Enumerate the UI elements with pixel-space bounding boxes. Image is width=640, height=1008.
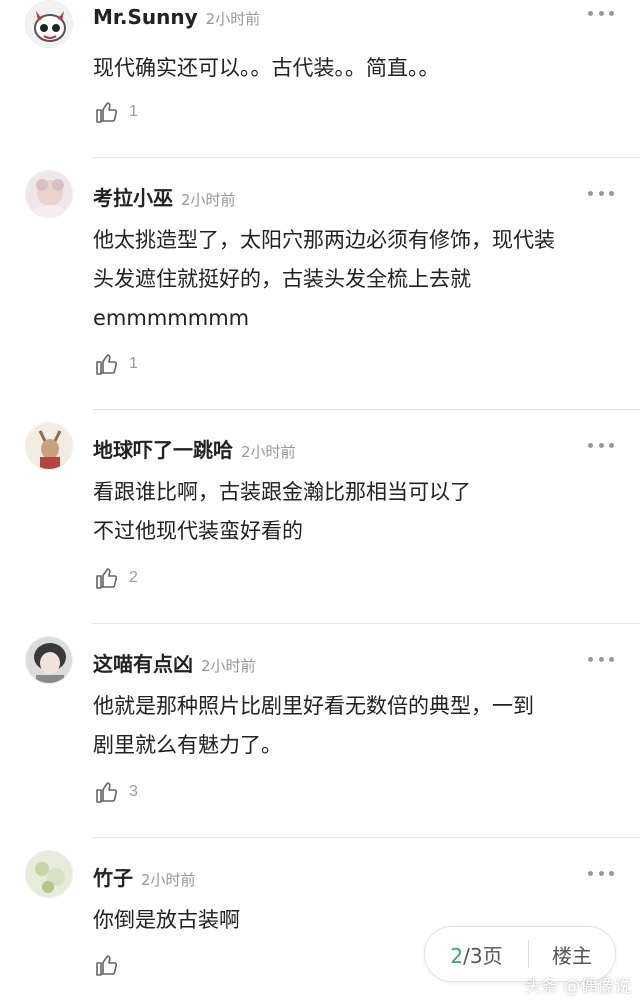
like-button[interactable]: 1 [95,99,138,125]
like-button[interactable] [95,952,129,978]
timestamp: 2小时前 [201,657,256,675]
more-dots-icon[interactable] [588,8,614,18]
divider [92,837,640,838]
username[interactable]: Mr.Sunny 2小时前 [93,5,260,29]
comment-text: 他太挑造型了，太阳穴那两边必须有修饰，现代装 头发遮住就挺好的，古装头发全梳上去… [93,221,623,338]
divider [92,157,640,158]
like-count: 2 [129,569,138,586]
thumbs-up-icon [96,354,118,375]
timestamp: 2小时前 [181,191,236,209]
like-button[interactable]: 1 [95,351,138,377]
divider [92,623,640,624]
comment-line: 他太挑造型了，太阳穴那两边必须有修饰，现代装 [93,228,555,252]
username[interactable]: 这喵有点凶 2小时前 [93,648,256,677]
thumbs-up-icon [96,782,118,803]
thumbs-up-icon [96,102,118,123]
page-indicator[interactable]: 2/3页 [425,940,528,969]
avatar[interactable] [25,850,73,898]
like-count: 1 [129,355,138,372]
username[interactable]: 地球吓了一跳哈 2小时前 [93,434,296,463]
like-button[interactable]: 2 [95,565,138,591]
username-text[interactable]: 考拉小巫 [93,186,173,210]
watermark: 头条 @偶像说 [524,977,632,997]
username[interactable]: 竹子 2小时前 [93,862,196,891]
comment-item: 地球吓了一跳哈 2小时前 看跟谁比啊，古装跟金瀚比那相当可以了 不过他现代装蛮好看… [0,422,640,624]
like-count: 1 [129,103,138,120]
username-text[interactable]: 地球吓了一跳哈 [93,438,233,462]
timestamp: 2小时前 [241,443,296,461]
more-dots-icon[interactable] [588,188,614,198]
more-dots-icon[interactable] [588,654,614,664]
current-page: 2 [450,943,464,968]
comment-line: 看跟谁比啊，古装跟金瀚比那相当可以了 [93,480,471,504]
thumbs-up-icon [96,568,118,589]
username[interactable]: 考拉小巫 2小时前 [93,182,236,211]
comment-text: 他就是那种照片比剧里好看无数倍的典型，一到 剧里就么有魅力了。 [93,687,623,765]
username-text[interactable]: Mr.Sunny [93,5,198,29]
avatar[interactable] [25,636,73,684]
comment-line: emmmmmmm [93,306,250,330]
comment-item: Mr.Sunny 2小时前 现代确实还可以。。古代装。。简直。。 1 [0,0,640,158]
owner-only-button[interactable]: 楼主 [529,940,615,969]
comment-line: 剧里就么有魅力了。 [93,733,282,757]
comment-line: 不过他现代装蛮好看的 [93,519,303,543]
avatar[interactable] [25,422,73,470]
total-pages: /3页 [463,943,503,968]
comment-line: 他就是那种照片比剧里好看无数倍的典型，一到 [93,694,534,718]
timestamp: 2小时前 [205,10,261,28]
avatar[interactable] [25,0,73,48]
avatar[interactable] [25,170,73,218]
thumbs-up-icon [96,955,118,976]
like-button[interactable]: 3 [95,779,138,805]
comment-text: 看跟谁比啊，古装跟金瀚比那相当可以了 不过他现代装蛮好看的 [93,473,623,551]
comment-item: 这喵有点凶 2小时前 他就是那种照片比剧里好看无数倍的典型，一到 剧里就么有魅力了… [0,636,640,838]
comment-line: 现代确实还可以。。古代装。。简直。。 [93,56,440,80]
comment-item: 考拉小巫 2小时前 他太挑造型了，太阳穴那两边必须有修饰，现代装 头发遮住就挺好的… [0,170,640,410]
more-dots-icon[interactable] [588,868,614,878]
username-text[interactable]: 竹子 [93,866,133,890]
comment-text: 现代确实还可以。。古代装。。简直。。 [93,49,623,88]
username-text[interactable]: 这喵有点凶 [93,652,193,676]
like-count: 3 [129,783,138,800]
divider [92,409,640,410]
more-dots-icon[interactable] [588,440,614,450]
timestamp: 2小时前 [141,871,196,889]
comment-line: 头发遮住就挺好的，古装头发全梳上去就 [93,267,471,291]
